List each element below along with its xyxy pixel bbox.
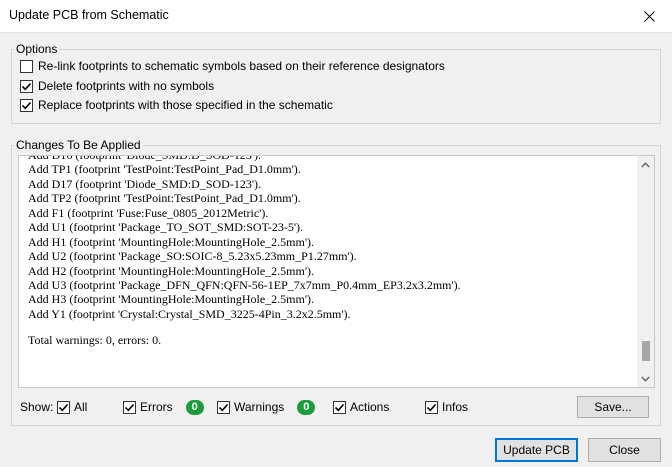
close-icon (643, 10, 655, 22)
log-lines: Add D16 (footprint 'Diode_SMD:D_SOD-123'… (28, 155, 461, 321)
log-scrollbar[interactable] (637, 156, 654, 387)
checkmark-icon (334, 403, 345, 411)
option-relink[interactable]: Re-link footprints to schematic symbols … (20, 58, 445, 74)
title-bar: Update PCB from Schematic (0, 0, 672, 32)
filter-infos[interactable]: Infos (425, 399, 468, 415)
option-replace[interactable]: Replace footprints with those specified … (20, 97, 333, 113)
relink-checkbox[interactable] (20, 59, 33, 73)
replace-label: Replace footprints with those specified … (38, 98, 333, 112)
scroll-up-button[interactable] (637, 156, 654, 173)
log-line: Add D17 (footprint 'Diode_SMD:D_SOD-123'… (28, 176, 261, 191)
log-line: Add H3 (footprint 'MountingHole:Mounting… (28, 292, 314, 307)
log-line: Add D16 (footprint 'Diode_SMD:D_SOD-123'… (28, 155, 261, 162)
errors-count-badge: 0 (185, 399, 204, 415)
checkmark-icon (21, 82, 32, 90)
errors-label: Errors (140, 400, 173, 414)
options-legend: Options (16, 42, 58, 56)
all-label: All (74, 400, 88, 414)
delete-label: Delete footprints with no symbols (38, 79, 215, 93)
log-total: Total warnings: 0, errors: 0. (28, 333, 162, 347)
infos-label: Infos (442, 400, 469, 414)
show-label: Show: (20, 400, 54, 414)
close-button[interactable]: Close (588, 438, 661, 462)
log-line: Add U3 (footprint 'Package_DFN_QFN:QFN-5… (28, 277, 461, 292)
log-line: Add U2 (footprint 'Package_SO:SOIC-8_5.2… (28, 249, 357, 264)
checkmark-icon (218, 403, 229, 411)
warnings-checkbox[interactable] (217, 400, 230, 414)
relink-label: Re-link footprints to schematic symbols … (38, 59, 445, 73)
delete-checkbox[interactable] (20, 79, 33, 93)
scroll-thumb[interactable] (642, 341, 650, 362)
filter-warnings[interactable]: Warnings 0 (217, 399, 316, 415)
chevron-up-icon (641, 161, 650, 167)
log-line: Add TP1 (footprint 'TestPoint:TestPoint_… (28, 162, 301, 177)
checkmark-icon (426, 403, 437, 411)
warnings-count-badge: 0 (297, 399, 316, 415)
replace-checkbox[interactable] (20, 98, 33, 112)
actions-checkbox[interactable] (333, 400, 346, 414)
window-title: Update PCB from Schematic (9, 8, 169, 22)
checkmark-icon (21, 101, 32, 109)
warnings-label: Warnings (234, 400, 285, 414)
changes-log[interactable]: Add D16 (footprint 'Diode_SMD:D_SOD-123'… (18, 155, 655, 388)
all-checkbox[interactable] (57, 400, 70, 414)
actions-label: Actions (350, 400, 390, 414)
scroll-down-button[interactable] (637, 370, 654, 387)
changes-legend: Changes To Be Applied (16, 138, 141, 152)
log-line: Add U1 (footprint 'Package_TO_SOT_SMD:SO… (28, 220, 303, 235)
update-pcb-button[interactable]: Update PCB (495, 438, 578, 462)
errors-checkbox[interactable] (123, 400, 136, 414)
log-line: Add Y1 (footprint 'Crystal:Crystal_SMD_3… (28, 306, 351, 321)
checkmark-icon (58, 403, 69, 411)
show-label-wrap: Show: (20, 399, 53, 415)
infos-checkbox[interactable] (425, 400, 438, 414)
filter-actions[interactable]: Actions (333, 399, 389, 415)
log-line: Add H1 (footprint 'MountingHole:Mounting… (28, 234, 314, 249)
window-close-button[interactable] (626, 0, 672, 32)
save-button[interactable]: Save... (577, 396, 649, 418)
filter-errors[interactable]: Errors 0 (123, 399, 204, 415)
option-delete[interactable]: Delete footprints with no symbols (20, 78, 214, 94)
chevron-down-icon (641, 376, 650, 382)
log-line: Add H2 (footprint 'MountingHole:Mounting… (28, 263, 314, 278)
log-line: Add TP2 (footprint 'TestPoint:TestPoint_… (28, 191, 301, 206)
log-line: Add F1 (footprint 'Fuse:Fuse_0805_2012Me… (28, 205, 269, 220)
checkmark-icon (124, 403, 135, 411)
filter-all[interactable]: All (57, 399, 87, 415)
